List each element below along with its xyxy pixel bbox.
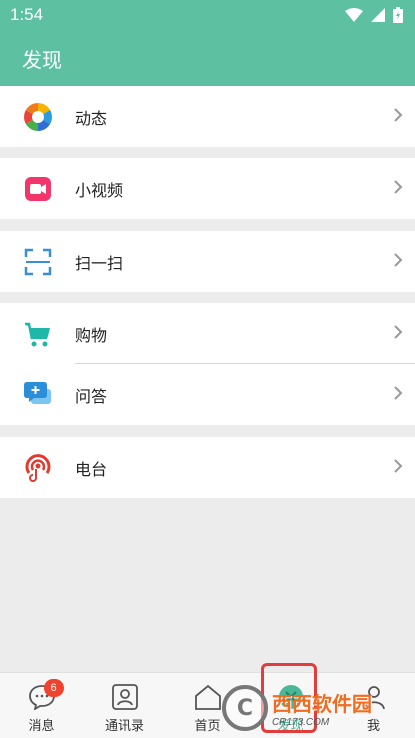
watermark-sub: CR173.COM [272, 717, 330, 728]
aperture-icon [24, 102, 52, 131]
menu-item-short-video[interactable]: 小视频 [0, 158, 415, 219]
menu-item-moments[interactable]: 动态 [0, 86, 415, 147]
status-bar: 1:54 [0, 0, 415, 30]
watermark-main: 西西软件园 [272, 692, 372, 716]
menu-label-short-video: 小视频 [75, 180, 124, 200]
group-short-video: 小视频 [0, 158, 415, 219]
unread-badge: 6 [43, 679, 64, 697]
tab-label-home: 首页 [194, 719, 221, 734]
menu-label-radio: 电台 [75, 459, 108, 479]
tab-label-messages: 消息 [28, 719, 55, 734]
menu-label-qa: 问答 [75, 386, 108, 406]
tab-label-contacts: 通讯录 [104, 719, 144, 734]
menu-item-shopping[interactable]: 购物 [0, 303, 415, 364]
watermark-text: 西西软件园 CR173.COM [272, 688, 372, 728]
page-title: 发现 [22, 48, 62, 72]
video-camera-icon [24, 175, 52, 203]
wifi-icon [345, 8, 363, 22]
menu-label-moments: 动态 [75, 108, 108, 128]
contacts-icon [111, 683, 138, 711]
home-icon [194, 683, 222, 711]
signal-icon [371, 8, 385, 22]
chevron-right-icon [393, 252, 403, 272]
chevron-right-icon [393, 324, 403, 344]
chevron-right-icon [393, 179, 403, 199]
scan-icon [24, 248, 52, 276]
menu-item-scan[interactable]: 扫一扫 [0, 231, 415, 292]
group-scan: 扫一扫 [0, 231, 415, 292]
group-radio: 电台 [0, 437, 415, 498]
watermark-mark: C [222, 685, 268, 731]
group-moments: 动态 [0, 86, 415, 147]
message-bubble-icon: 6 [28, 679, 64, 711]
menu-item-qa[interactable]: 问答 [0, 364, 415, 425]
chat-bubbles-icon [24, 381, 52, 409]
watermark-logo: C 西西软件园 CR173.COM [222, 684, 402, 732]
group-shopping-qa: 购物 问答 [0, 303, 415, 425]
menu-label-scan: 扫一扫 [75, 253, 124, 273]
chevron-right-icon [393, 107, 403, 127]
tab-messages[interactable]: 6 消息 [0, 673, 83, 738]
app-header: 1:54 发现 [0, 0, 415, 86]
menu-label-shopping: 购物 [75, 325, 108, 345]
radio-broadcast-icon [24, 453, 52, 482]
shopping-cart-icon [24, 320, 52, 348]
menu-item-radio[interactable]: 电台 [0, 437, 415, 498]
status-time: 1:54 [10, 5, 44, 24]
status-icons [345, 7, 403, 23]
chevron-right-icon [393, 385, 403, 405]
chevron-right-icon [393, 458, 403, 478]
tab-contacts[interactable]: 通讯录 [83, 673, 166, 738]
battery-icon [393, 7, 403, 23]
